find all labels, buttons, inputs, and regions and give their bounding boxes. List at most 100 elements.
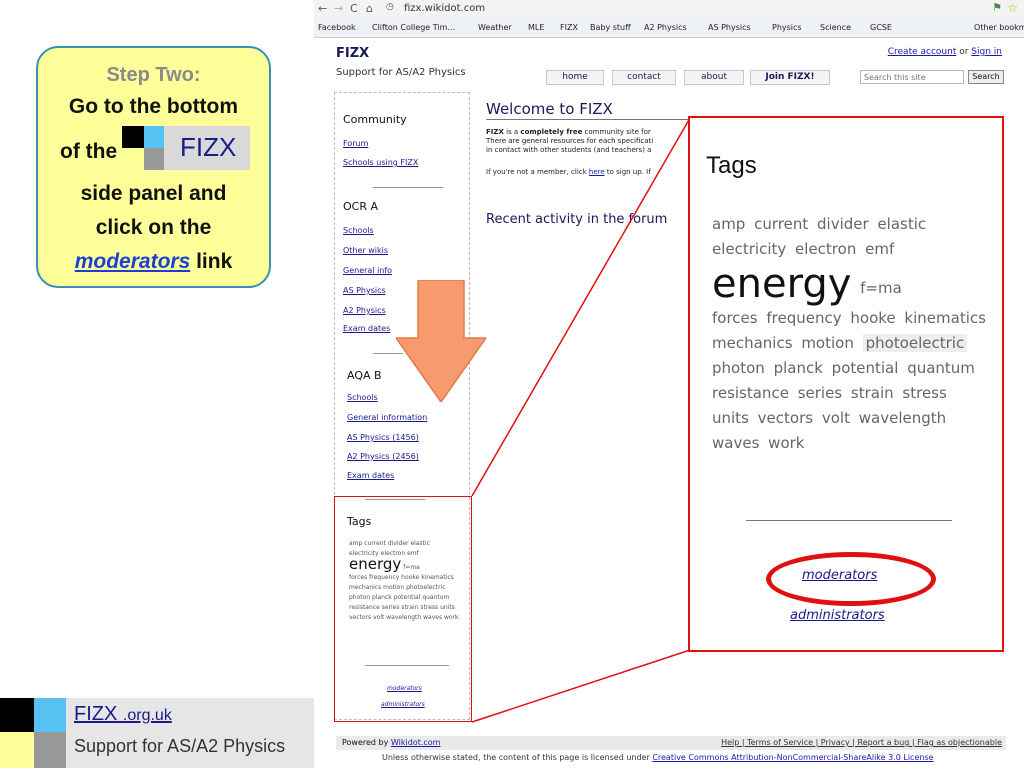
- bookmark-item[interactable]: Physics: [772, 23, 802, 32]
- tag-amp[interactable]: amp: [712, 215, 745, 233]
- sidebar-link-other-wikis[interactable]: Other wikis: [343, 246, 388, 255]
- forward-icon[interactable]: →: [334, 2, 343, 15]
- url-field[interactable]: fizx.wikidot.com: [404, 3, 485, 14]
- tag-potential[interactable]: potential: [832, 359, 899, 377]
- instruction-line-2: of the: [60, 140, 118, 163]
- tag-frequency[interactable]: frequency: [766, 309, 841, 327]
- tag-energy[interactable]: energy: [712, 261, 851, 307]
- brand-suffix: .org.uk: [122, 707, 172, 724]
- footer-links[interactable]: Help | Terms of Service | Privacy | Repo…: [721, 738, 1002, 747]
- logo-square-yellow: [0, 732, 34, 768]
- star-icon[interactable]: ☆: [1007, 1, 1018, 15]
- tag-volt[interactable]: volt: [822, 409, 850, 427]
- tag-strain[interactable]: strain: [851, 384, 894, 402]
- instruction-line-3: side panel and: [80, 182, 227, 205]
- sidebar-link-aqab-exam-dates[interactable]: Exam dates: [347, 471, 394, 480]
- brand-footer: FIZX .org.uk Support for AS/A2 Physics: [0, 698, 316, 768]
- tag-resistance[interactable]: resistance: [712, 384, 789, 402]
- bookmark-item[interactable]: MLE: [528, 23, 544, 32]
- tab-join[interactable]: Join FIZX!: [750, 70, 830, 85]
- tag-planck[interactable]: planck: [774, 359, 823, 377]
- site-title[interactable]: FIZX: [336, 46, 369, 61]
- tag-wavelength[interactable]: wavelength: [859, 409, 946, 427]
- intro-text-part: There are general resources for each spe…: [486, 137, 654, 145]
- home-icon[interactable]: ⌂: [366, 2, 373, 15]
- tag-hooke[interactable]: hooke: [850, 309, 895, 327]
- intro-text-part: in contact with other students (and teac…: [486, 146, 652, 154]
- flag-icon[interactable]: ⚑: [992, 1, 1002, 14]
- tag-electricity[interactable]: electricity: [712, 240, 786, 258]
- side-tags-highlight: [334, 496, 472, 722]
- tag-electron[interactable]: electron: [795, 240, 856, 258]
- back-icon[interactable]: ←: [318, 2, 327, 15]
- bookmark-item[interactable]: Science: [820, 23, 851, 32]
- tag-motion[interactable]: motion: [801, 334, 854, 352]
- fizx-logo: FIZX: [122, 126, 250, 170]
- tab-contact[interactable]: contact: [612, 70, 676, 85]
- sidebar-link-ocra-schools[interactable]: Schools: [343, 226, 374, 235]
- tag-elastic[interactable]: elastic: [877, 215, 926, 233]
- bookmark-item[interactable]: Baby stuff: [590, 23, 631, 32]
- tag-waves[interactable]: waves: [712, 434, 759, 452]
- tag-stress[interactable]: stress: [902, 384, 946, 402]
- brand-link[interactable]: FIZX .org.uk: [74, 703, 172, 726]
- bookmark-item[interactable]: FIZX: [560, 23, 578, 32]
- create-account-link[interactable]: Create account: [888, 47, 957, 57]
- page-footer: Powered by Wikidot.com Help | Terms of S…: [336, 736, 1006, 750]
- sidebar-link-aqab-general[interactable]: General information: [347, 413, 427, 422]
- tag-quantum[interactable]: quantum: [907, 359, 975, 377]
- bookmark-item[interactable]: Clifton College Tim...: [372, 23, 455, 32]
- administrators-link[interactable]: administrators: [790, 608, 885, 623]
- powered-by: Powered by Wikidot.com: [342, 738, 440, 747]
- wikidot-link[interactable]: Wikidot.com: [391, 738, 441, 747]
- reload-icon[interactable]: C: [350, 2, 358, 15]
- license-prefix: Unless otherwise stated, the content of …: [382, 753, 653, 762]
- tag-series[interactable]: series: [798, 384, 842, 402]
- address-bar: ← → C ⌂ ◷ fizx.wikidot.com ⚑ ☆: [314, 0, 1024, 18]
- bookmark-item[interactable]: Other bookm: [974, 23, 1024, 32]
- tag-divider[interactable]: divider: [817, 215, 869, 233]
- sidebar-link-general-info[interactable]: General info: [343, 266, 392, 275]
- page-title: Welcome to FIZX: [486, 100, 613, 118]
- sidebar-link-aqab-a2[interactable]: A2 Physics (2456): [347, 452, 419, 461]
- bookmark-item[interactable]: AS Physics: [708, 23, 751, 32]
- tag-emf[interactable]: emf: [865, 240, 894, 258]
- tag-photoelectric[interactable]: photoelectric: [862, 334, 968, 352]
- tag-photon[interactable]: photon: [712, 359, 765, 377]
- instruction-line-4: click on the: [95, 216, 212, 239]
- sidebar-link-aqab-as[interactable]: AS Physics (1456): [347, 433, 419, 442]
- bookmark-item[interactable]: GCSE: [870, 23, 892, 32]
- bookmark-item[interactable]: Weather: [478, 23, 512, 32]
- sidebar-link-schools-fizx[interactable]: Schools using FIZX: [343, 158, 418, 167]
- tab-about[interactable]: about: [684, 70, 744, 85]
- search-button[interactable]: Search: [968, 70, 1004, 84]
- tag-vectors[interactable]: vectors: [758, 409, 813, 427]
- site-subtitle: Support for AS/A2 Physics: [336, 67, 466, 78]
- tag-kinematics[interactable]: kinematics: [904, 309, 986, 327]
- sidebar-link-forum[interactable]: Forum: [343, 139, 368, 148]
- bookmark-item[interactable]: A2 Physics: [644, 23, 687, 32]
- aqab-heading: AQA B: [347, 369, 382, 382]
- logo-square-blue: [34, 698, 66, 732]
- sidebar-link-a2-physics[interactable]: A2 Physics: [343, 306, 386, 315]
- tag-current[interactable]: current: [754, 215, 808, 233]
- intro-text: FIZX is a completely free community site…: [486, 128, 696, 155]
- sidebar-link-exam-dates[interactable]: Exam dates: [343, 324, 390, 333]
- tag-work[interactable]: work: [768, 434, 804, 452]
- sidebar-link-aqab-schools[interactable]: Schools: [347, 393, 378, 402]
- sidebar-link-as-physics[interactable]: AS Physics: [343, 286, 386, 295]
- tag-units[interactable]: units: [712, 409, 749, 427]
- bookmark-item[interactable]: Facebook: [318, 23, 356, 32]
- intro-bold: FIZX: [486, 128, 504, 136]
- tab-home[interactable]: home: [546, 70, 604, 85]
- tag-forces[interactable]: forces: [712, 309, 758, 327]
- signup-here-link[interactable]: here: [589, 168, 605, 176]
- search-input[interactable]: [860, 70, 964, 84]
- sign-in-link[interactable]: Sign in: [971, 47, 1002, 57]
- license-text: Unless otherwise stated, the content of …: [382, 753, 934, 762]
- tag-mechanics[interactable]: mechanics: [712, 334, 793, 352]
- tag-f-ma[interactable]: f=ma: [860, 279, 902, 297]
- license-link[interactable]: Creative Commons Attribution-NonCommerci…: [652, 753, 933, 762]
- member-text: If you're not a member, click here to si…: [486, 168, 696, 176]
- account-links: Create account or Sign in: [888, 47, 1002, 57]
